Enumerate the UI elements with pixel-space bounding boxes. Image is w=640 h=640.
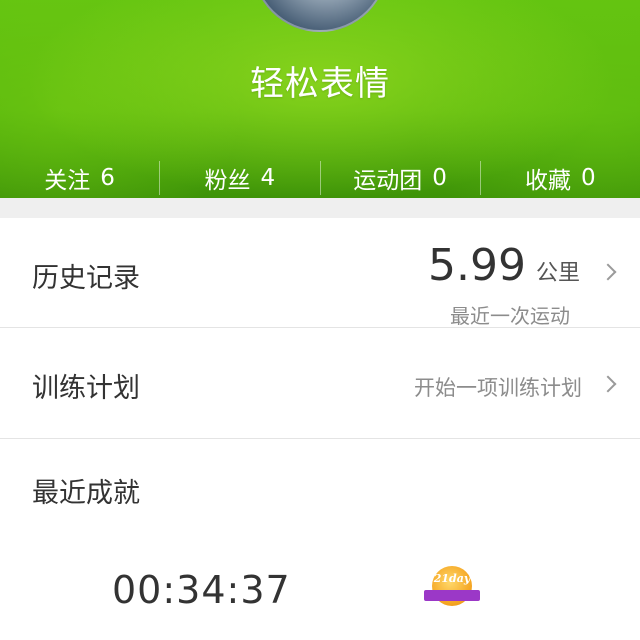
history-subtitle: 最近一次运动 bbox=[450, 304, 570, 328]
achievement-badge-icon[interactable]: 21day bbox=[424, 566, 480, 606]
stat-following[interactable]: 关注 6 bbox=[0, 158, 159, 198]
badge-text: 21day bbox=[433, 572, 471, 585]
stats-bar: 关注 6 粉丝 4 运动团 0 收藏 0 bbox=[0, 158, 640, 198]
avatar[interactable] bbox=[252, 0, 388, 32]
stat-value: 4 bbox=[260, 165, 276, 191]
stat-followers[interactable]: 粉丝 4 bbox=[160, 158, 319, 198]
stat-groups[interactable]: 运动团 0 bbox=[321, 158, 480, 198]
stat-favorites[interactable]: 收藏 0 bbox=[481, 158, 640, 198]
training-hint: 开始一项训练计划 bbox=[414, 376, 582, 400]
stat-value: 6 bbox=[100, 165, 115, 191]
user-name: 轻松表情 bbox=[250, 64, 390, 104]
achievement-time: 00:34:37 bbox=[112, 568, 291, 612]
stat-value: 0 bbox=[581, 165, 596, 191]
training-label: 训练计划 bbox=[32, 373, 140, 404]
badge-ribbon bbox=[424, 590, 480, 601]
stat-label: 粉丝 bbox=[204, 168, 251, 194]
stat-label: 收藏 bbox=[525, 168, 572, 194]
chevron-right-icon bbox=[599, 263, 617, 281]
stat-label: 关注 bbox=[44, 168, 91, 194]
profile-header: 轻松表情 关注 6 粉丝 4 运动团 0 收藏 0 bbox=[0, 0, 640, 200]
section-gap bbox=[0, 198, 640, 218]
distance-unit: 公里 bbox=[535, 261, 580, 286]
achievements-section: 最近成就 bbox=[0, 439, 640, 640]
stat-value: 0 bbox=[432, 165, 447, 191]
stat-label: 运动团 bbox=[353, 168, 423, 194]
chevron-right-icon bbox=[599, 375, 617, 393]
distance-value: 5.99 bbox=[428, 240, 526, 291]
history-distance: 5.99 公里 bbox=[428, 240, 580, 291]
history-label: 历史记录 bbox=[32, 263, 140, 294]
achievements-label: 最近成就 bbox=[32, 478, 140, 509]
